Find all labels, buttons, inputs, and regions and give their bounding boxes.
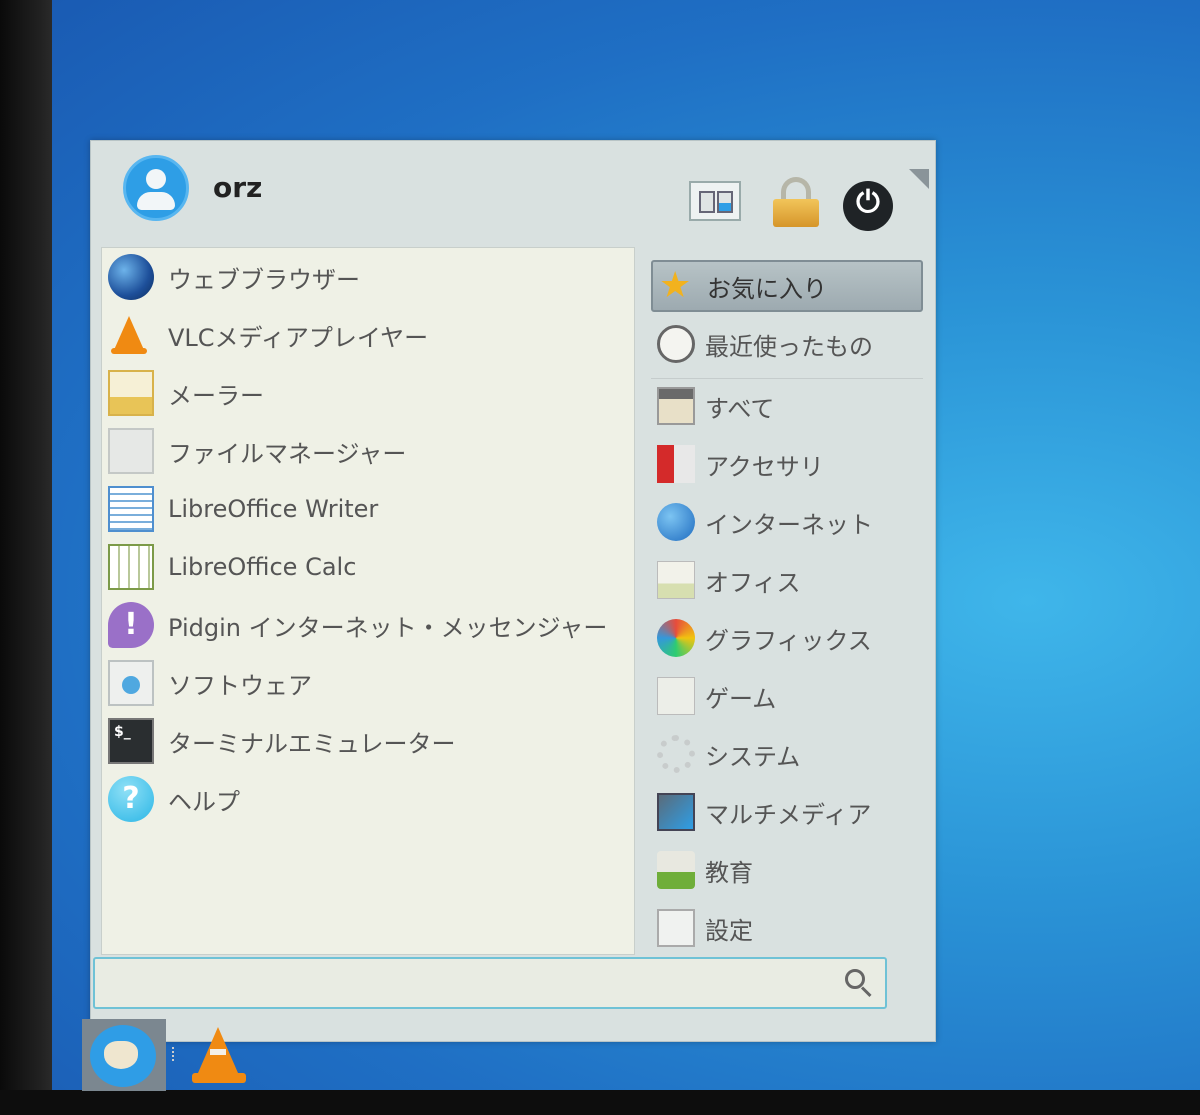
whisker-menu: orz ⏻ ウェブブラウザー VLCメディアプレイヤー メーラー ファイルマネー…	[90, 140, 936, 1042]
clock-icon	[657, 325, 695, 363]
category-favorites[interactable]: ★ お気に入り	[651, 260, 923, 312]
monitor-bezel-bottom	[0, 1090, 1200, 1115]
category-system[interactable]: システム	[651, 728, 923, 780]
software-icon	[108, 660, 154, 706]
settings-icon	[657, 909, 695, 947]
accessories-icon	[657, 445, 695, 483]
app-mail[interactable]: メーラー	[108, 366, 264, 420]
search-icon	[845, 969, 873, 998]
whisker-menu-button[interactable]	[82, 1019, 166, 1091]
category-multimedia[interactable]: マルチメディア	[651, 786, 923, 838]
category-education[interactable]: 教育	[651, 844, 923, 896]
app-pidgin[interactable]: ! Pidgin インターネット・メッセンジャー	[108, 598, 607, 652]
category-settings[interactable]: 設定	[651, 902, 923, 954]
office-icon	[657, 561, 695, 599]
graphics-icon	[657, 619, 695, 657]
app-vlc[interactable]: VLCメディアプレイヤー	[108, 308, 428, 362]
settings-manager-icon	[699, 191, 715, 213]
web-browser-icon	[108, 254, 154, 300]
app-file-manager[interactable]: ファイルマネージャー	[108, 424, 406, 478]
settings-manager-button[interactable]	[689, 181, 741, 221]
pidgin-icon: !	[108, 602, 154, 648]
monitor-bezel	[0, 0, 52, 1115]
vlc-launcher[interactable]	[190, 1023, 250, 1085]
category-list: ★ お気に入り 最近使ったもの すべて アクセサリ インターネット オフィス グラ…	[651, 256, 923, 956]
app-libreoffice-writer[interactable]: LibreOffice Writer	[108, 482, 378, 536]
calc-icon	[108, 544, 154, 590]
avatar-icon[interactable]	[123, 155, 189, 221]
resize-grip[interactable]	[909, 169, 929, 189]
category-separator	[651, 378, 923, 379]
menu-header: orz ⏻	[91, 141, 935, 245]
games-icon	[657, 677, 695, 715]
category-games[interactable]: ゲーム	[651, 670, 923, 722]
category-accessories[interactable]: アクセサリ	[651, 438, 923, 490]
app-software[interactable]: ソフトウェア	[108, 656, 312, 710]
search-box[interactable]	[93, 957, 887, 1009]
file-manager-icon	[108, 428, 154, 474]
education-icon	[657, 851, 695, 889]
lock-screen-button[interactable]	[771, 177, 825, 227]
xfce-mouse-icon	[104, 1041, 138, 1069]
app-web-browser[interactable]: ウェブブラウザー	[108, 250, 360, 304]
mail-icon	[108, 370, 154, 416]
star-icon: ★	[659, 265, 692, 306]
system-icon	[657, 735, 695, 773]
terminal-icon: $_	[108, 718, 154, 764]
panel-handle[interactable]	[172, 1047, 176, 1061]
help-icon: ?	[108, 776, 154, 822]
search-input[interactable]	[95, 959, 835, 1007]
category-recent[interactable]: 最近使ったもの	[651, 318, 923, 370]
panel	[80, 1017, 280, 1091]
app-help[interactable]: ? ヘルプ	[108, 772, 240, 826]
writer-icon	[108, 486, 154, 532]
globe-icon	[657, 503, 695, 541]
vlc-icon	[108, 312, 154, 358]
app-terminal[interactable]: $_ ターミナルエミュレーター	[108, 714, 456, 768]
category-all[interactable]: すべて	[651, 380, 923, 432]
multimedia-icon	[657, 793, 695, 831]
all-apps-icon	[657, 387, 695, 425]
category-internet[interactable]: インターネット	[651, 496, 923, 548]
power-button[interactable]: ⏻	[843, 181, 893, 231]
power-icon: ⏻	[856, 185, 880, 220]
category-graphics[interactable]: グラフィックス	[651, 612, 923, 664]
category-office[interactable]: オフィス	[651, 554, 923, 606]
username: orz	[213, 171, 263, 204]
favorites-list: ウェブブラウザー VLCメディアプレイヤー メーラー ファイルマネージャー Li…	[101, 247, 635, 955]
app-libreoffice-calc[interactable]: LibreOffice Calc	[108, 540, 356, 594]
